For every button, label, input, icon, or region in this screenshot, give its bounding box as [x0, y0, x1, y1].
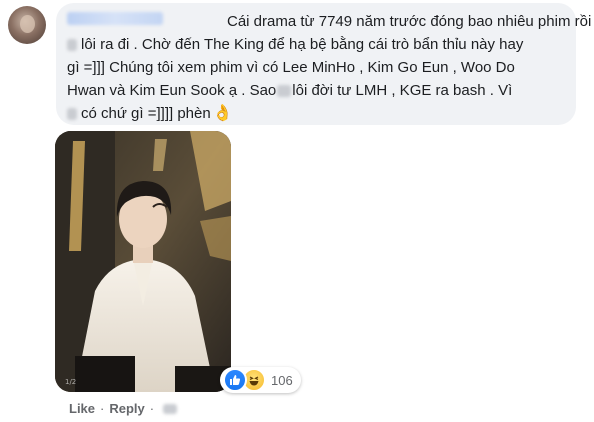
comment-bubble: Cái drama từ 7749 năm trước đóng bao nhi…	[56, 3, 591, 125]
svg-text:1/2: 1/2	[65, 378, 76, 386]
comment-line-1: Cái drama từ 7749 năm trước đóng bao nhi…	[227, 13, 592, 30]
author-name-redacted[interactable]	[67, 12, 163, 25]
timestamp-redacted[interactable]	[163, 403, 178, 414]
redacted-word	[277, 85, 292, 98]
redacted-word	[67, 108, 77, 121]
comment-line-2: lôi ra đi . Chờ đến The King để hạ bệ bằ…	[67, 35, 523, 55]
photo-illustration: 1/2	[55, 131, 231, 392]
redacted-word	[67, 39, 77, 52]
attached-photo[interactable]: 1/2	[55, 131, 231, 392]
avatar[interactable]	[8, 6, 46, 44]
comment-line-5: có chứ gì =]]]] phèn 👌	[67, 104, 233, 124]
comment-container: Cái drama từ 7749 năm trước đóng bao nhi…	[0, 0, 594, 422]
comment-line-4-text: Hwan và Kim Eun Sook ạ . Sao	[67, 82, 277, 99]
comment-line-3: gì =]]] Chúng tôi xem phim vì có Lee Min…	[67, 59, 515, 76]
like-icon	[223, 368, 247, 392]
reply-button[interactable]: Reply	[109, 401, 144, 416]
comment-line-2-text: lôi ra đi . Chờ đến The King để hạ bệ bằ…	[81, 36, 524, 53]
comment-line-4: Hwan và Kim Eun Sook ạ . Sao lôi đời tư L…	[67, 81, 512, 101]
like-button[interactable]: Like	[69, 401, 95, 416]
reactions-summary[interactable]: 106	[220, 367, 301, 393]
action-separator: ·	[100, 401, 105, 416]
action-separator: ·	[149, 401, 155, 416]
comment-line-4-tail: lôi đời tư LMH , KGE ra bash . Vì	[292, 82, 513, 99]
ok-hand-emoji-icon: 👌	[212, 105, 233, 122]
comment-actions: Like · Reply ·	[69, 401, 178, 416]
avatar-face	[20, 15, 35, 33]
reaction-count: 106	[271, 372, 293, 388]
comment-line-5-text: có chứ gì =]]]] phèn	[81, 105, 211, 122]
